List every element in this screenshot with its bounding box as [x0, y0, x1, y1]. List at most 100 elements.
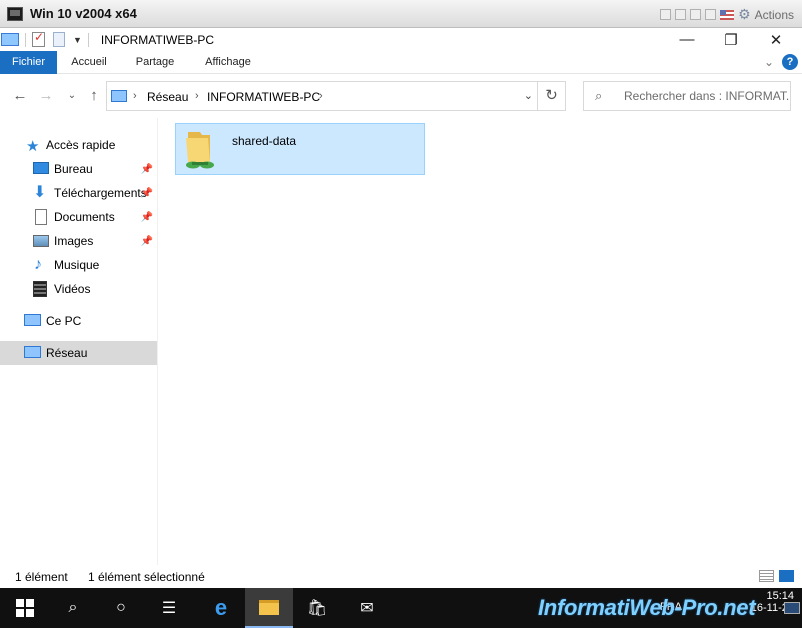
vm-control-3-icon[interactable]: [690, 9, 702, 20]
search-icon: ⌕: [68, 599, 78, 616]
address-history-dropdown-icon[interactable]: ⌄: [524, 89, 533, 102]
documents-icon: [35, 209, 47, 225]
pin-icon[interactable]: 📌: [141, 164, 153, 175]
ribbon: Fichier Accueil Partage Affichage ⌄ ?: [0, 51, 802, 74]
sidebar-item-musique[interactable]: ♪ Musique: [0, 253, 157, 277]
this-pc-icon: [24, 314, 41, 326]
sidebar-item-label: Téléchargements: [54, 186, 147, 200]
forward-button[interactable]: →: [36, 86, 56, 106]
images-icon: [33, 235, 49, 247]
sidebar-item-bureau[interactable]: Bureau 📌: [0, 157, 157, 181]
separator: [87, 32, 89, 47]
item-count: 1 élément: [15, 570, 68, 584]
keyboard-flag-icon[interactable]: [720, 9, 735, 20]
refresh-button[interactable]: ↻: [537, 82, 565, 110]
edge-icon: e: [214, 595, 228, 620]
clock-time: 15:14: [766, 590, 794, 602]
pin-icon[interactable]: 📌: [141, 236, 153, 247]
sidebar-item-documents[interactable]: Documents 📌: [0, 205, 157, 229]
selection-count: 1 élément sélectionné: [88, 570, 205, 584]
vm-control-4-icon[interactable]: [705, 9, 717, 20]
breadcrumb-reseau[interactable]: Réseau: [147, 90, 188, 104]
search-box[interactable]: ⌕: [583, 81, 791, 111]
vm-controls: ⚙ Actions: [660, 6, 794, 23]
task-view-button[interactable]: ☰: [145, 588, 193, 628]
new-folder-icon[interactable]: [53, 32, 65, 47]
laptop-icon: [784, 602, 800, 614]
sidebar-item-telechargements[interactable]: ⬇ Téléchargements 📌: [0, 181, 157, 205]
network-location-icon: [111, 90, 127, 102]
gear-icon[interactable]: ⚙: [738, 6, 751, 23]
search-taskbar-button[interactable]: ⌕: [49, 588, 97, 628]
start-button[interactable]: [1, 588, 49, 628]
tab-fichier[interactable]: Fichier: [0, 51, 57, 74]
expand-ribbon-icon[interactable]: ⌄: [764, 55, 774, 69]
close-button[interactable]: ✕: [753, 28, 799, 51]
vm-screen-icon: [7, 6, 23, 21]
customize-quick-access-icon[interactable]: ▼: [73, 35, 82, 45]
vm-control-1-icon[interactable]: [660, 9, 672, 20]
address-bar[interactable]: › Réseau › INFORMATIWEB-PC › ⌄ ↻: [106, 81, 566, 111]
item-name[interactable]: shared-data: [232, 134, 296, 148]
mail-icon: ✉: [360, 600, 374, 617]
desktop-icon: [33, 162, 49, 174]
sidebar-item-acces-rapide[interactable]: ★ Accès rapide: [0, 133, 157, 157]
network-icon: [24, 346, 41, 358]
file-explorer-button[interactable]: [245, 588, 293, 628]
vm-window: Win 10 v2004 x64 ⚙ Actions ▼ INFORMATIWE…: [0, 0, 802, 628]
sidebar-item-label: Images: [54, 234, 94, 248]
store-icon: 🛍: [306, 600, 328, 617]
vm-title-bar: Win 10 v2004 x64 ⚙ Actions: [0, 0, 802, 28]
task-view-icon: ☰: [161, 600, 177, 617]
tab-accueil[interactable]: Accueil: [60, 51, 118, 74]
watermark-logo: InformatiWeb-Pro.net: [538, 595, 756, 620]
sidebar-item-label: Ce PC: [46, 314, 82, 328]
breadcrumb-separator-icon[interactable]: ›: [319, 90, 323, 102]
download-icon: ⬇: [33, 184, 47, 201]
up-button[interactable]: ↑: [84, 86, 104, 106]
sidebar-item-reseau[interactable]: Réseau: [0, 341, 157, 365]
sidebar-item-label: Vidéos: [54, 282, 91, 296]
search-input[interactable]: [624, 88, 789, 104]
cortana-icon: ○: [116, 599, 126, 616]
help-button[interactable]: ?: [782, 54, 798, 70]
edge-button[interactable]: e: [197, 588, 245, 628]
vm-actions-menu[interactable]: Actions: [755, 8, 794, 22]
status-bar: 1 élément 1 élément sélectionné: [0, 565, 802, 588]
star-icon: ★: [26, 138, 40, 155]
recent-locations-button[interactable]: ⌄: [62, 86, 82, 106]
sidebar-item-ce-pc[interactable]: Ce PC: [0, 309, 157, 333]
windows-logo-icon: [16, 599, 34, 617]
details-view-icon[interactable]: [759, 570, 774, 582]
list-item[interactable]: shared-data: [175, 123, 425, 175]
tab-affichage[interactable]: Affichage: [194, 51, 262, 74]
vm-control-2-icon[interactable]: [675, 9, 687, 20]
mail-button[interactable]: ✉: [343, 588, 391, 628]
properties-icon[interactable]: [32, 30, 45, 47]
store-button[interactable]: 🛍: [293, 588, 341, 628]
back-button[interactable]: ←: [10, 86, 30, 106]
breadcrumb-informatiweb-pc[interactable]: INFORMATIWEB-PC: [207, 90, 320, 104]
pin-icon[interactable]: 📌: [141, 188, 153, 199]
folder-icon: [259, 599, 279, 615]
file-list: shared-data: [160, 118, 802, 565]
navigation-pane: ★ Accès rapide Bureau 📌 ⬇ Téléchargement…: [0, 118, 158, 565]
breadcrumb-separator-icon[interactable]: ›: [195, 90, 199, 102]
tab-partage[interactable]: Partage: [124, 51, 186, 74]
music-icon: ♪: [34, 256, 42, 273]
sidebar-item-label: Accès rapide: [46, 138, 116, 152]
maximize-button[interactable]: ❐: [708, 28, 754, 51]
pin-icon[interactable]: 📌: [141, 212, 153, 223]
large-icons-view-icon[interactable]: [779, 570, 794, 582]
sidebar-item-label: Musique: [54, 258, 100, 272]
videos-icon: [33, 281, 47, 297]
sidebar-item-videos[interactable]: Vidéos: [0, 277, 157, 301]
sidebar-item-label: Documents: [54, 210, 115, 224]
breadcrumb-separator-icon[interactable]: ›: [133, 90, 137, 102]
navigation-bar: ← → ⌄ ↑ › Réseau › INFORMATIWEB-PC › ⌄ ↻…: [0, 74, 802, 118]
cortana-button[interactable]: ○: [97, 588, 145, 628]
computer-icon: [1, 33, 19, 46]
shared-folder-icon: [186, 132, 214, 169]
minimize-button[interactable]: —: [664, 28, 710, 51]
sidebar-item-images[interactable]: Images 📌: [0, 229, 157, 253]
